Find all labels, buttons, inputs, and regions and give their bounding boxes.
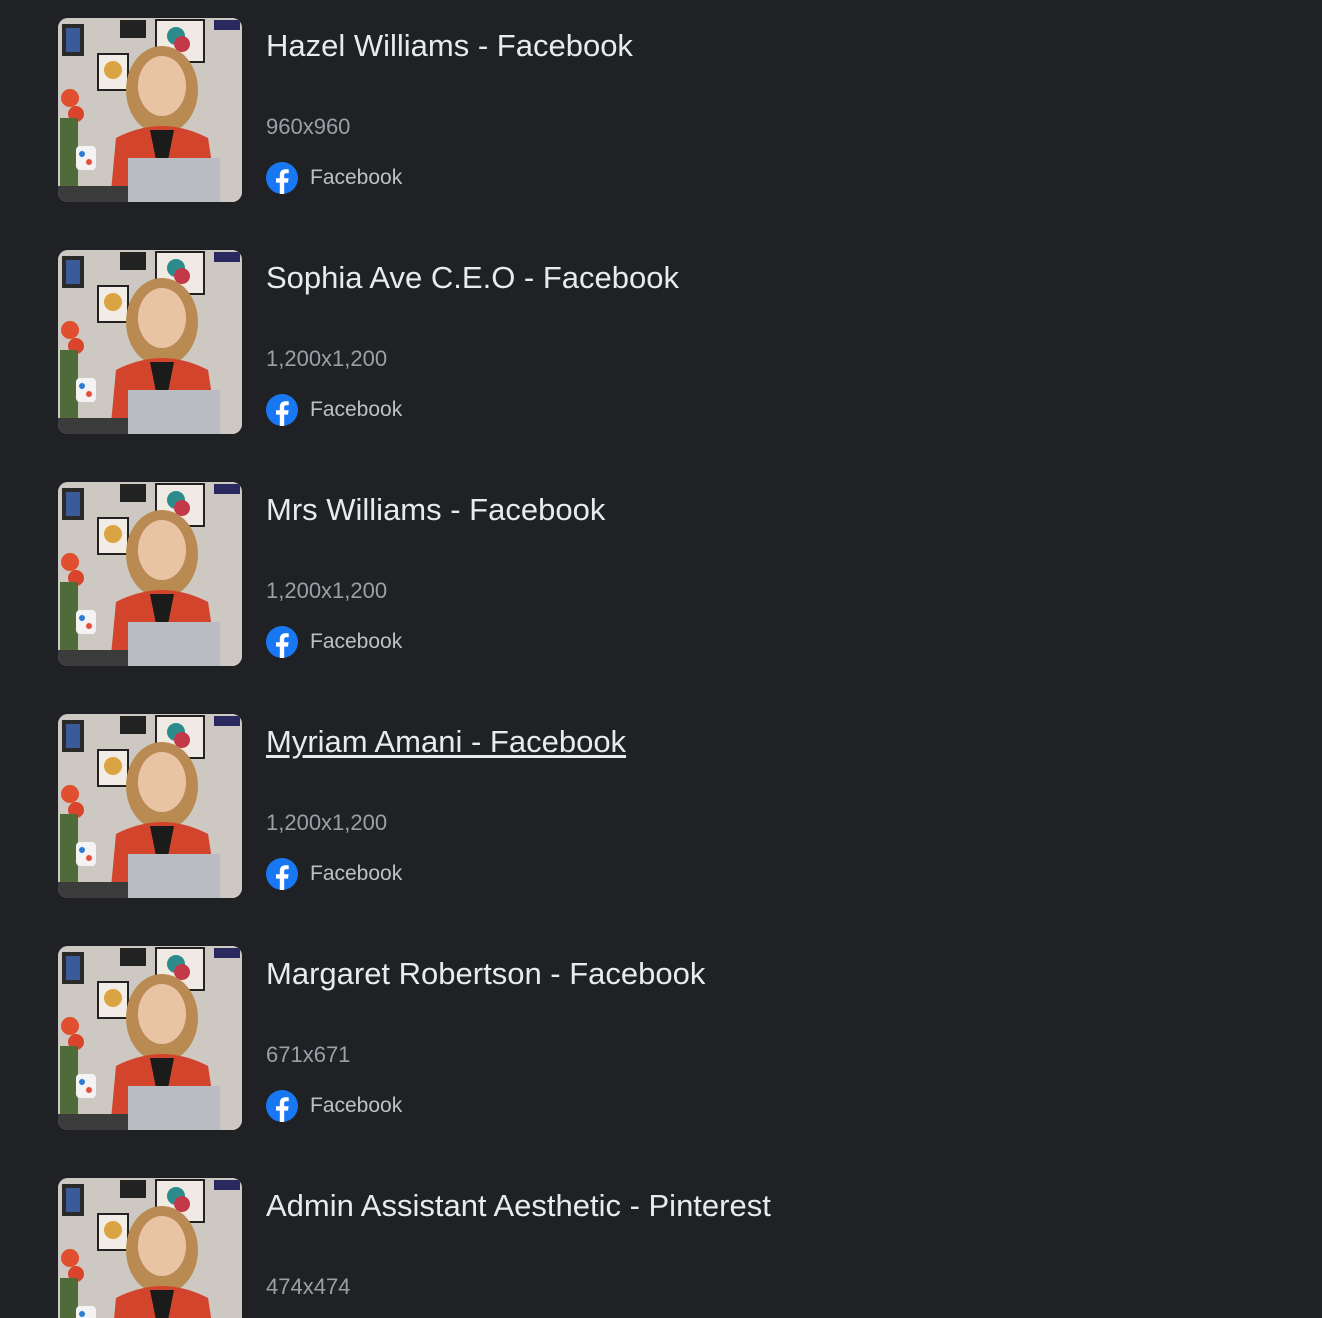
result-thumbnail[interactable] — [58, 1178, 242, 1318]
result-thumbnail[interactable] — [58, 714, 242, 898]
facebook-icon — [266, 162, 298, 194]
result-title-link[interactable]: Sophia Ave C.E.O - Facebook — [266, 260, 679, 296]
result-thumbnail[interactable] — [58, 18, 242, 202]
image-results-list: Hazel Williams - Facebook 960x960 Facebo… — [0, 0, 1322, 1318]
result-title-link[interactable]: Margaret Robertson - Facebook — [266, 956, 705, 992]
result-dimensions: 960x960 — [266, 114, 351, 139]
result-thumbnail[interactable] — [58, 482, 242, 666]
facebook-icon — [266, 1090, 298, 1122]
facebook-icon — [266, 858, 298, 890]
result-row: Admin Assistant Aesthetic - Pinterest 47… — [58, 1178, 1258, 1318]
result-source-label: Facebook — [310, 398, 403, 421]
result-thumbnail[interactable] — [58, 250, 242, 434]
result-source-link[interactable]: Facebook — [266, 626, 402, 658]
result-source-label: Facebook — [310, 630, 403, 653]
result-source-label: Facebook — [310, 1094, 403, 1117]
result-source-link[interactable]: Facebook — [266, 1090, 402, 1122]
facebook-icon — [266, 394, 298, 426]
result-dimensions: 671x671 — [266, 1042, 351, 1067]
result-source-link[interactable]: Facebook — [266, 162, 402, 194]
result-dimensions: 1,200x1,200 — [266, 810, 388, 835]
result-dimensions: 474x474 — [266, 1274, 351, 1299]
result-dimensions: 1,200x1,200 — [266, 346, 388, 371]
result-title-link[interactable]: Hazel Williams - Facebook — [266, 28, 633, 64]
facebook-icon — [266, 626, 298, 658]
result-title-link[interactable]: Mrs Williams - Facebook — [266, 492, 605, 528]
result-row: Margaret Robertson - Facebook 671x671 Fa… — [58, 946, 1258, 1130]
result-row: Sophia Ave C.E.O - Facebook 1,200x1,200 … — [58, 250, 1258, 434]
result-dimensions: 1,200x1,200 — [266, 578, 388, 603]
result-title-link[interactable]: Admin Assistant Aesthetic - Pinterest — [266, 1188, 771, 1224]
result-source-label: Facebook — [310, 166, 403, 189]
result-source-link[interactable]: Facebook — [266, 394, 402, 426]
result-row: Myriam Amani - Facebook 1,200x1,200 Face… — [58, 714, 1258, 898]
result-thumbnail[interactable] — [58, 946, 242, 1130]
result-row: Mrs Williams - Facebook 1,200x1,200 Face… — [58, 482, 1258, 666]
result-source-link[interactable]: Facebook — [266, 858, 402, 890]
result-title-link[interactable]: Myriam Amani - Facebook — [266, 724, 626, 760]
result-row: Hazel Williams - Facebook 960x960 Facebo… — [58, 18, 1258, 202]
result-source-label: Facebook — [310, 862, 403, 885]
